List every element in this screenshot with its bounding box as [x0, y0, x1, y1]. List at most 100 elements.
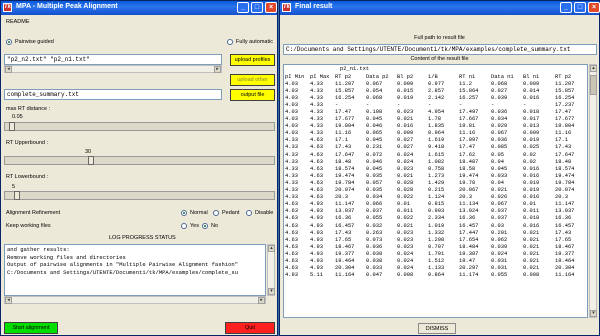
- table-cell: 4.33: [285, 144, 298, 151]
- table-cell: 0.021: [523, 243, 540, 250]
- table-cell: 19.474: [335, 172, 355, 179]
- scroll-left-icon[interactable]: ◂: [5, 66, 12, 73]
- scroll-up-icon[interactable]: ▴: [590, 65, 597, 72]
- scroll-right-icon[interactable]: ▸: [214, 66, 221, 73]
- table-cell: 0.029: [491, 123, 508, 130]
- mpa-titlebar[interactable]: Tk MPA - Multiple Peak Alignment _ □ ×: [1, 1, 277, 15]
- fully-automatic-radio[interactable]: [227, 39, 233, 45]
- table-cell: 0.011: [523, 208, 540, 215]
- table-cell: 4.93: [310, 257, 323, 264]
- scroll-down-icon[interactable]: ▾: [268, 288, 275, 295]
- table-cell: 0.036: [491, 137, 508, 144]
- mpa-window-title: MPA - Multiple Peak Alignment: [16, 3, 118, 10]
- table-cell: 16.257: [459, 94, 479, 101]
- table-cell: 4.33: [285, 179, 298, 186]
- upload-other-button[interactable]: upload other: [230, 74, 275, 86]
- table-row: 4.63 4.93 18.467 0.036 0.023 0.707 18.484 0.039…: [285, 243, 587, 250]
- table-cell: 17.43: [555, 229, 572, 236]
- rt-lowerbound-thumb[interactable]: [14, 191, 20, 200]
- scroll-thumb[interactable]: [590, 75, 597, 95]
- scroll-right-icon[interactable]: ▸: [258, 297, 265, 304]
- table-cell: 0.01: [397, 201, 410, 208]
- keep-yes-radio[interactable]: [181, 223, 187, 229]
- rt-lowerbound-slider[interactable]: [4, 191, 275, 200]
- table-cell: 13.037: [555, 208, 575, 215]
- table-cell: 0.04: [491, 158, 504, 165]
- table-cell: 0.009: [523, 80, 540, 87]
- table-cell: 0.068: [491, 80, 508, 87]
- table-cell: 0.019: [523, 187, 540, 194]
- align-pedant-radio[interactable]: [213, 210, 219, 216]
- table-cell: 11.147: [335, 201, 355, 208]
- table-cell: 0.201: [491, 229, 508, 236]
- table-row: 4.63 4.93 20.304 0.033 0.024 1.133 20.297 0.031…: [285, 265, 587, 272]
- log-textarea[interactable]: and gather results: Remove working files …: [4, 244, 266, 296]
- scroll-left-icon[interactable]: ◂: [5, 297, 12, 304]
- table-cell: 19.474: [459, 172, 479, 179]
- table-cell: 0.024: [491, 250, 508, 257]
- align-normal-radio[interactable]: [181, 210, 187, 216]
- result-path-input[interactable]: C:/Documents and Settings/UTENTE/Documen…: [283, 44, 597, 55]
- readme-link[interactable]: README: [6, 19, 30, 25]
- table-cell: 4.93: [310, 208, 323, 215]
- quit-button[interactable]: Quit: [225, 322, 275, 334]
- profiles-input[interactable]: "p2_n2.txt" "p2_n1.txt": [4, 54, 222, 65]
- log-vscrollbar[interactable]: ▴ ▾: [267, 244, 275, 296]
- max-rt-distance-slider[interactable]: [4, 122, 275, 131]
- align-normal-label: Normal: [190, 210, 208, 216]
- table-cell: 0.032: [366, 222, 383, 229]
- table-cell: 19.784: [555, 179, 575, 186]
- table-cell: -: [523, 101, 527, 108]
- table-cell: 17.654: [459, 236, 479, 243]
- table-row: 4.33 4.63 20.3 0.034 0.022 1.124 20.3 0.026 0.01…: [285, 194, 587, 201]
- table-cell: 17.65: [555, 236, 572, 243]
- keep-no-radio[interactable]: [202, 223, 208, 229]
- pairwise-guided-radio[interactable]: [6, 39, 12, 45]
- table-cell: 19.804: [555, 123, 575, 130]
- table-cell: 16.254: [555, 94, 575, 101]
- result-content-area[interactable]: p2_n1.txt pI Min pI Max RT p2 Data p2 Bl p2 1…: [283, 64, 588, 318]
- table-cell: 0.023: [397, 229, 414, 236]
- align-disable-radio[interactable]: [246, 210, 252, 216]
- table-cell: 0.035: [366, 187, 383, 194]
- table-cell: 0.008: [523, 272, 540, 279]
- table-cell: 0.055: [491, 272, 508, 279]
- maximize-icon[interactable]: □: [251, 2, 263, 13]
- minimize-icon[interactable]: _: [237, 2, 249, 13]
- table-cell: 0.018: [523, 109, 540, 116]
- rt-upperbound-thumb[interactable]: [88, 156, 94, 165]
- result-content-label: Content of the result file: [410, 56, 469, 62]
- close-icon[interactable]: ×: [588, 2, 600, 13]
- scroll-up-icon[interactable]: ▴: [268, 245, 275, 252]
- table-cell: 0.027: [397, 144, 414, 151]
- profiles-hscrollbar[interactable]: ◂ ▸: [4, 65, 222, 73]
- table-cell: 17.677: [555, 116, 575, 123]
- table-cell: 2.857: [428, 87, 445, 94]
- log-hscrollbar[interactable]: ◂ ▸: [4, 296, 266, 304]
- table-cell: 16.457: [459, 222, 479, 229]
- upload-profiles-button[interactable]: upload profiles: [230, 54, 275, 66]
- scroll-down-icon[interactable]: ▾: [590, 310, 597, 317]
- output-file-button[interactable]: output file: [230, 89, 275, 101]
- minimize-icon[interactable]: _: [560, 2, 572, 13]
- table-cell: 20.067: [459, 187, 479, 194]
- table-cell: 0.033: [366, 265, 383, 272]
- table-cell: 1.133: [428, 265, 445, 272]
- max-rt-distance-thumb[interactable]: [9, 122, 15, 131]
- table-cell: 0.046: [366, 158, 383, 165]
- close-icon[interactable]: ×: [265, 2, 277, 13]
- table-cell: 11.147: [555, 201, 575, 208]
- table-cell: 0.024: [397, 151, 414, 158]
- maximize-icon[interactable]: □: [574, 2, 586, 13]
- table-row: 4.03 4.33 11.16 0.065 0.009 0.964 11.16 0.067 0.…: [285, 130, 587, 137]
- result-vscrollbar[interactable]: ▴ ▾: [589, 64, 597, 318]
- dismiss-button[interactable]: DISMISS: [418, 323, 456, 334]
- table-cell: 0.085: [491, 144, 508, 151]
- output-file-input[interactable]: complete_summary.txt: [4, 89, 222, 100]
- table-row: 4.33 4.63 18.574 0.045 0.023 0.758 18.58 0.045 0…: [285, 165, 587, 172]
- table-cell: 20.304: [555, 265, 575, 272]
- table-cell: 0.021: [523, 250, 540, 257]
- rt-upperbound-slider[interactable]: [4, 156, 275, 165]
- start-alignment-button[interactable]: Start alignment: [4, 322, 58, 334]
- final-result-titlebar[interactable]: Tk Final result _ □ ×: [280, 1, 600, 15]
